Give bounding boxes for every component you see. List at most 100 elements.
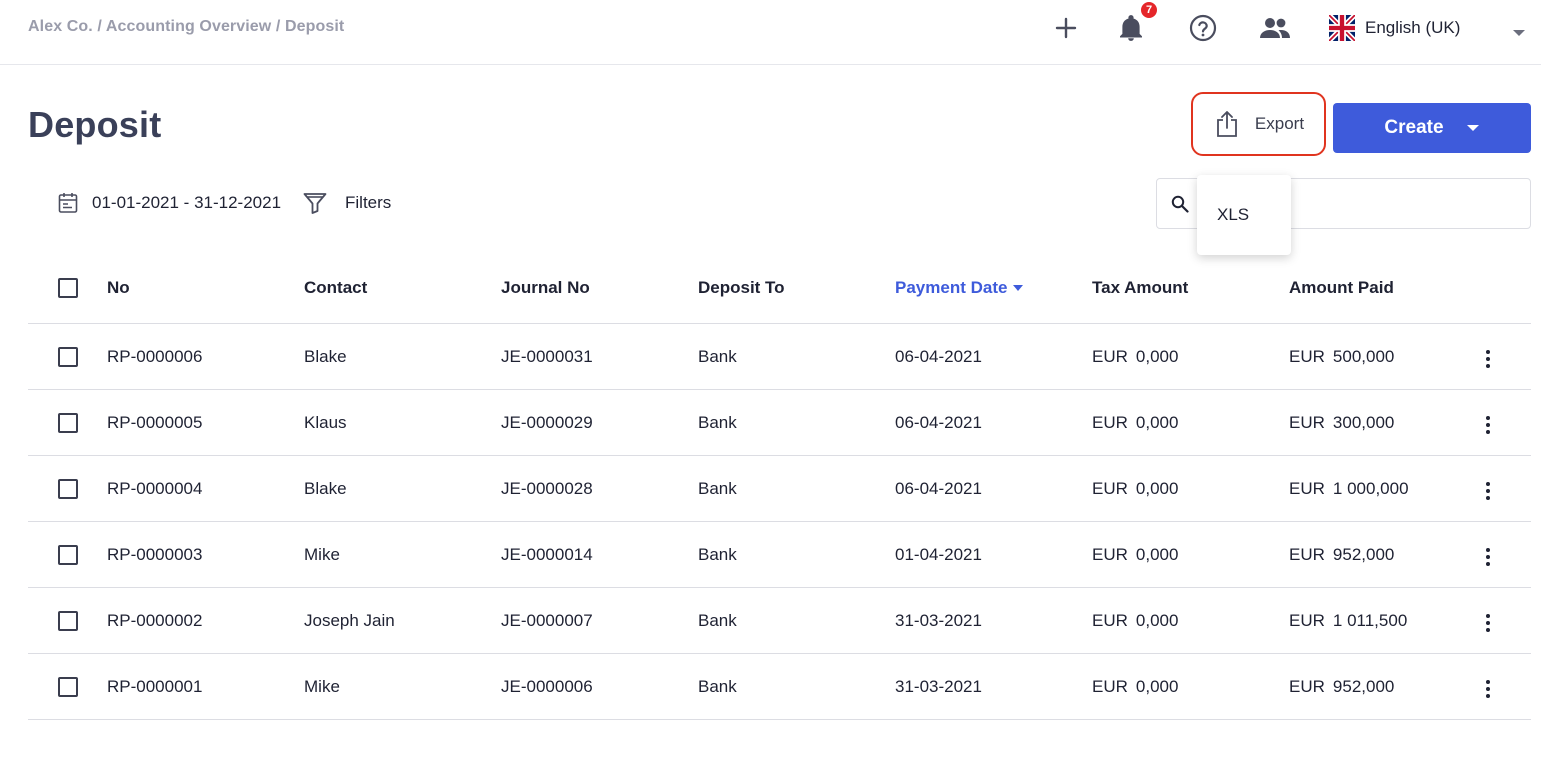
cell-no[interactable]: RP-0000006 [107,347,202,367]
column-header-no[interactable]: No [107,278,130,298]
add-button[interactable] [1048,10,1084,46]
cell-tax-amount: EUR 0,000 [1092,677,1178,697]
tax-currency: EUR [1092,676,1128,696]
column-header-amount-paid[interactable]: Amount Paid [1289,278,1394,298]
cell-tax-amount: EUR 0,000 [1092,479,1178,499]
language-dropdown-toggle[interactable] [1512,24,1526,42]
kebab-icon [1486,495,1490,500]
paid-value: 300,000 [1332,412,1395,432]
row-checkbox[interactable] [58,412,78,433]
cell-contact: Blake [304,478,347,498]
cell-no[interactable]: RP-0000005 [107,413,202,433]
kebab-icon [1486,686,1490,691]
kebab-icon [1486,693,1490,698]
tax-currency: EUR [1092,478,1128,498]
row-checkbox[interactable] [58,346,78,367]
row-menu-button[interactable] [1478,613,1498,633]
cell-journal-no: JE-0000014 [501,544,593,564]
table-row[interactable]: RP-0000005 Klaus JE-0000029 Bank 06-04-2… [28,390,1531,456]
cell-deposit-to: Bank [698,610,737,630]
date-range-label: 01-01-2021 - 31-12-2021 [92,193,282,212]
caret-down-icon [1513,30,1525,36]
cell-amount-paid: EUR 952,000 [1289,677,1394,697]
kebab-icon [1486,488,1490,493]
paid-value: 1 011,500 [1332,610,1408,630]
sort-desc-icon [1013,285,1024,291]
column-header-payment-date[interactable]: Payment Date [895,278,1024,298]
cell-payment-date: 06-04-2021 [895,478,982,498]
cell-tax-amount: EUR 0,000 [1092,413,1178,433]
select-all-checkbox[interactable] [58,278,78,298]
kebab-icon [1486,554,1490,559]
paid-value: 952,000 [1332,676,1395,696]
tax-value: 0,000 [1135,478,1179,498]
column-header-tax-amount[interactable]: Tax Amount [1092,278,1188,298]
breadcrumb[interactable]: Alex Co. / Accounting Overview / Deposit [28,18,344,36]
export-menu-item-xls[interactable]: XLS [1217,205,1249,225]
cell-no[interactable]: RP-0000002 [107,611,202,631]
kebab-icon [1486,356,1490,361]
share-upload-icon [1217,111,1237,137]
cell-contact: Blake [304,346,347,366]
bell-icon [1120,15,1142,41]
tax-value: 0,000 [1135,346,1179,366]
row-menu-button[interactable] [1478,415,1498,435]
caret-down-icon [1466,125,1479,131]
row-menu-button[interactable] [1478,679,1498,699]
cell-deposit-to: Bank [698,346,737,366]
magnifier-icon [1171,195,1189,213]
table-row[interactable]: RP-0000001 Mike JE-0000006 Bank 31-03-20… [28,654,1531,720]
page-title: Deposit [28,104,162,145]
paid-value: 500,000 [1332,346,1395,366]
date-range-picker[interactable]: 01-01-2021 - 31-12-2021 [58,190,281,216]
cell-no[interactable]: RP-0000003 [107,545,202,565]
table-body: RP-0000006 Blake JE-0000031 Bank 06-04-2… [28,324,1531,720]
kebab-icon [1486,481,1490,486]
filters-label: Filters [345,193,392,212]
cell-deposit-to: Bank [698,676,737,696]
column-header-journal-no[interactable]: Journal No [501,278,590,298]
column-header-contact[interactable]: Contact [304,278,367,298]
cell-payment-date: 06-04-2021 [895,412,982,432]
paid-currency: EUR [1289,346,1325,366]
language-label: English (UK) [1365,18,1461,37]
row-menu-button[interactable] [1478,481,1498,501]
language-selector[interactable]: English (UK) [1329,14,1460,42]
filters-button[interactable]: Filters [303,190,391,216]
paid-currency: EUR [1289,544,1325,564]
row-checkbox[interactable] [58,478,78,499]
table-row[interactable]: RP-0000002 Joseph Jain JE-0000007 Bank 3… [28,588,1531,654]
cell-contact: Joseph Jain [304,610,395,630]
kebab-icon [1486,613,1490,618]
paid-value: 952,000 [1332,544,1395,564]
export-button[interactable]: Export [1191,92,1326,156]
row-checkbox[interactable] [58,676,78,697]
users-button[interactable] [1257,10,1293,46]
kebab-icon [1486,627,1490,632]
row-menu-button[interactable] [1478,547,1498,567]
row-menu-button[interactable] [1478,349,1498,369]
kebab-icon [1486,363,1490,368]
table-row[interactable]: RP-0000003 Mike JE-0000014 Bank 01-04-20… [28,522,1531,588]
table-row[interactable]: RP-0000004 Blake JE-0000028 Bank 06-04-2… [28,456,1531,522]
row-checkbox[interactable] [58,610,78,631]
help-button[interactable] [1185,10,1221,46]
cell-tax-amount: EUR 0,000 [1092,545,1178,565]
tax-currency: EUR [1092,412,1128,432]
calendar-icon [58,193,78,213]
row-checkbox[interactable] [58,544,78,565]
table-row[interactable]: RP-0000006 Blake JE-0000031 Bank 06-04-2… [28,324,1531,390]
column-header-deposit-to[interactable]: Deposit To [698,278,785,298]
cell-amount-paid: EUR 300,000 [1289,413,1394,433]
uk-flag-icon [1329,15,1355,41]
create-button[interactable]: Create [1333,103,1531,153]
tax-currency: EUR [1092,346,1128,366]
cell-no[interactable]: RP-0000001 [107,677,202,697]
cell-journal-no: JE-0000007 [501,610,593,630]
question-circle-icon [1189,14,1217,42]
tax-value: 0,000 [1135,676,1179,696]
cell-no[interactable]: RP-0000004 [107,479,202,499]
funnel-icon [303,193,327,214]
cell-deposit-to: Bank [698,544,737,564]
paid-currency: EUR [1289,478,1325,498]
